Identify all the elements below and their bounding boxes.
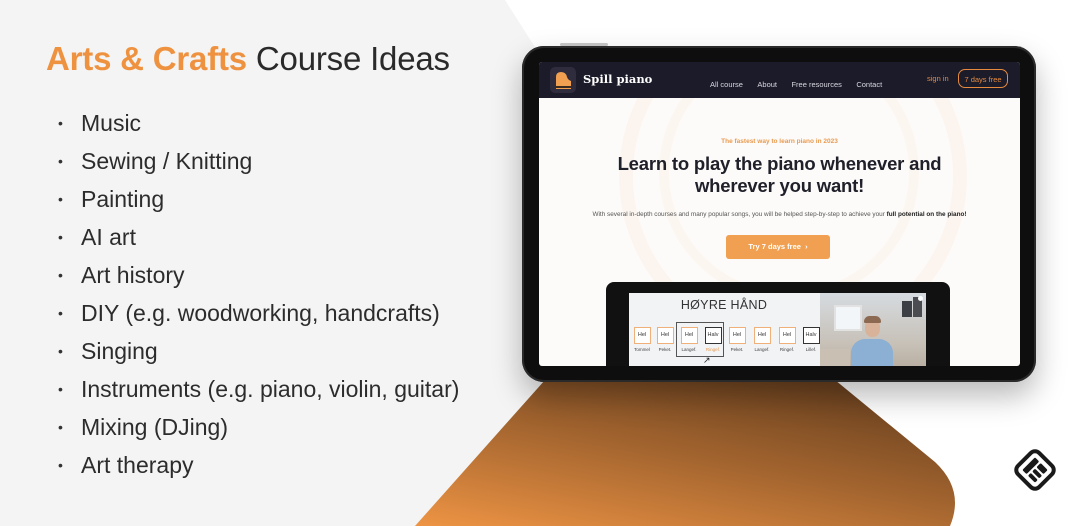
bullet-icon: • bbox=[58, 343, 63, 359]
note-finger: Peket. bbox=[730, 347, 744, 352]
nav-about[interactable]: About bbox=[757, 80, 777, 89]
tablet-screen: Spill piano All course About Free resour… bbox=[539, 62, 1020, 366]
note-card: Halv Lillef. bbox=[800, 327, 822, 352]
site-nav: All course About Free resources Contact bbox=[710, 74, 892, 92]
note-finger: Lillef. bbox=[805, 347, 817, 352]
video-sofa bbox=[820, 349, 850, 366]
note-value: Hel bbox=[656, 327, 674, 344]
grand-piano-icon[interactable] bbox=[550, 67, 576, 93]
hero-headline: Learn to play the piano whenever and whe… bbox=[539, 153, 1020, 197]
hero-subtext-bold: full potential on the piano! bbox=[886, 211, 967, 218]
note-card: Hel Peket. bbox=[726, 327, 748, 352]
nav-all-course[interactable]: All course bbox=[710, 80, 743, 89]
video-close-icon[interactable] bbox=[918, 296, 923, 301]
note-value: Hel bbox=[633, 327, 651, 344]
instructor-hair bbox=[864, 316, 881, 323]
chevron-right-icon: › bbox=[805, 242, 808, 251]
note-finger: Peket. bbox=[658, 347, 672, 352]
list-item: • Instruments (e.g. piano, violin, guitar… bbox=[56, 370, 459, 408]
video-wall-frame bbox=[902, 301, 912, 317]
list-item-text: Instruments (e.g. piano, violin, guitar) bbox=[81, 376, 460, 402]
lesson-title: HØYRE HÅND bbox=[680, 298, 768, 312]
site-navbar: Spill piano All course About Free resour… bbox=[539, 62, 1020, 98]
list-item: • Painting bbox=[56, 180, 459, 218]
hero-headline-line1: Learn to play the piano whenever and bbox=[617, 153, 942, 174]
list-item: • DIY (e.g. woodworking, handcrafts) bbox=[56, 294, 459, 332]
note-finger: Ringef. bbox=[779, 347, 795, 352]
list-item: • Mixing (DJing) bbox=[56, 408, 459, 446]
note-finger: Langef. bbox=[754, 347, 770, 352]
bullet-icon: • bbox=[58, 381, 63, 397]
list-item-text: Singing bbox=[81, 338, 158, 364]
bullet-icon: • bbox=[58, 153, 63, 169]
note-card: Hel Peket. bbox=[654, 327, 676, 352]
slide-title: Arts & Crafts Course Ideas bbox=[46, 40, 450, 78]
note-value: Hel bbox=[753, 327, 771, 344]
note-finger: Ringef. bbox=[705, 347, 721, 352]
list-item: • AI art bbox=[56, 218, 459, 256]
bullet-icon: • bbox=[58, 419, 63, 435]
nav-free-resources[interactable]: Free resources bbox=[791, 80, 841, 89]
list-item: • Sewing / Knitting bbox=[56, 142, 459, 180]
hero-kicker: The fastest way to learn piano in 2023 bbox=[721, 138, 838, 145]
bullet-icon: • bbox=[58, 457, 63, 473]
note-card: Hel Langef. bbox=[678, 327, 700, 352]
nav-contact[interactable]: Contact bbox=[856, 80, 882, 89]
slide-title-accent: Arts & Crafts bbox=[46, 40, 247, 77]
note-finger: Langef. bbox=[681, 347, 697, 352]
note-value: Hel bbox=[680, 327, 698, 344]
list-item-text: Art therapy bbox=[81, 452, 194, 478]
list-item-text: Art history bbox=[81, 262, 185, 288]
hero-subtext: With several in-depth courses and many p… bbox=[539, 211, 1020, 218]
list-item-text: DIY (e.g. woodworking, handcrafts) bbox=[81, 300, 440, 326]
note-value: Hel bbox=[778, 327, 796, 344]
note-card: Halv Ringef. bbox=[702, 327, 724, 352]
instructor-video[interactable] bbox=[820, 293, 926, 366]
sign-in-link[interactable]: sign in bbox=[927, 74, 949, 83]
course-ideas-list: • Music • Sewing / Knitting • Painting • AI … bbox=[56, 104, 459, 484]
site-brand[interactable]: Spill piano bbox=[583, 72, 652, 86]
video-window bbox=[834, 305, 862, 331]
lesson-preview-screen: HØYRE HÅND Hel Tommel Hel Peket. Hel Langef… bbox=[629, 293, 926, 366]
hero-headline-line2: wherever you want! bbox=[694, 175, 865, 196]
brand-mark-icon bbox=[1014, 449, 1056, 491]
list-item-text: Sewing / Knitting bbox=[81, 148, 253, 174]
tablet-mockup: Spill piano All course About Free resour… bbox=[522, 46, 1036, 382]
try-free-label: Try 7 days free bbox=[748, 242, 801, 251]
bullet-icon: • bbox=[58, 115, 63, 131]
list-item-text: Mixing (DJing) bbox=[81, 414, 228, 440]
note-finger: Tommel bbox=[634, 347, 650, 352]
list-item-text: AI art bbox=[81, 224, 136, 250]
bullet-icon: • bbox=[58, 267, 63, 283]
list-item: • Art history bbox=[56, 256, 459, 294]
cursor-arrow-icon: ↗ bbox=[703, 355, 711, 365]
note-card: Hel Ringef. bbox=[776, 327, 798, 352]
slide-title-rest: Course Ideas bbox=[246, 40, 450, 77]
note-sequence: Hel Tommel Hel Peket. Hel Langef. Halv Ringe… bbox=[631, 327, 821, 366]
list-item: • Singing bbox=[56, 332, 459, 370]
bullet-icon: • bbox=[58, 191, 63, 207]
note-card: Hel Langef. bbox=[751, 327, 773, 352]
list-item: • Art therapy bbox=[56, 446, 459, 484]
trial-button[interactable]: 7 days free bbox=[958, 69, 1008, 88]
list-item: • Music bbox=[56, 104, 459, 142]
list-item-text: Painting bbox=[81, 186, 165, 212]
note-value: Halv bbox=[802, 327, 820, 344]
hero-subtext-body: With several in-depth courses and many p… bbox=[592, 211, 887, 218]
note-value: Halv bbox=[704, 327, 722, 344]
lesson-preview-device: HØYRE HÅND Hel Tommel Hel Peket. Hel Langef… bbox=[606, 282, 950, 366]
bullet-icon: • bbox=[58, 305, 63, 321]
list-item-text: Music bbox=[81, 110, 142, 136]
note-value: Hel bbox=[728, 327, 746, 344]
instructor-body bbox=[851, 339, 893, 366]
note-card: Hel Tommel bbox=[631, 327, 653, 352]
bullet-icon: • bbox=[58, 229, 63, 245]
try-free-button[interactable]: Try 7 days free › bbox=[726, 235, 830, 259]
